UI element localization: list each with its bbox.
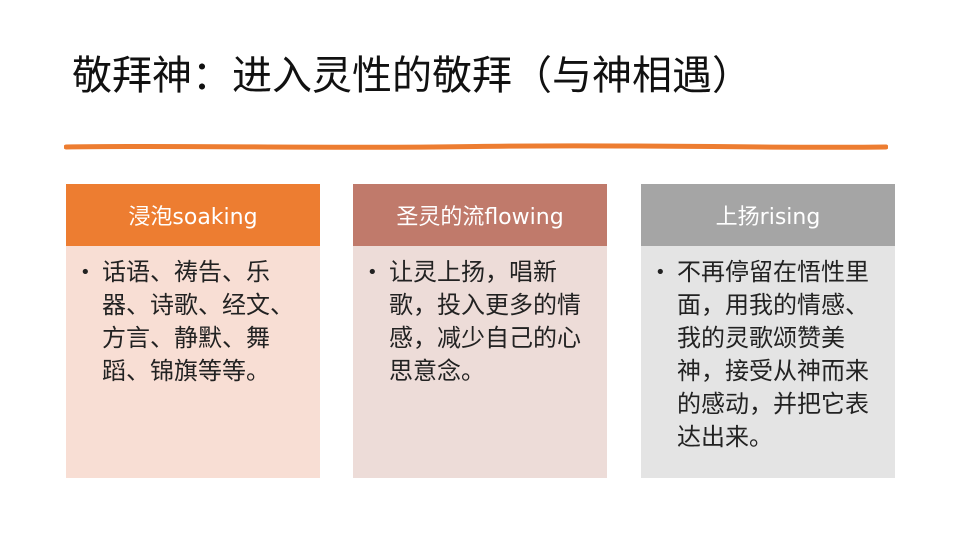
bullet-dot-icon: •	[367, 262, 378, 283]
card-flowing: 圣灵的流flowing • 让灵上扬，唱新歌，投入更多的情感，减少自己的心思意念…	[353, 184, 607, 478]
card-header: 圣灵的流flowing	[353, 184, 607, 246]
title-underline	[64, 143, 888, 150]
bullet-dot-icon: •	[655, 262, 666, 283]
card-body: • 话语、祷告、乐器、诗歌、经文、方言、静默、舞蹈、锦旗等等。	[66, 246, 320, 478]
card-header: 浸泡soaking	[66, 184, 320, 246]
bullet-list: • 让灵上扬，唱新歌，投入更多的情感，减少自己的心思意念。	[365, 256, 593, 388]
bullet-item: • 不再停留在悟性里面，用我的情感、我的灵歌颂赞美神，接受从神而来的感动，并把它…	[653, 256, 881, 454]
slide-title: 敬拜神：进入灵性的敬拜（与神相遇）	[72, 53, 752, 99]
bullet-list: • 话语、祷告、乐器、诗歌、经文、方言、静默、舞蹈、锦旗等等。	[78, 256, 306, 388]
bullet-item: • 话语、祷告、乐器、诗歌、经文、方言、静默、舞蹈、锦旗等等。	[78, 256, 306, 388]
bullet-item: • 让灵上扬，唱新歌，投入更多的情感，减少自己的心思意念。	[365, 256, 593, 388]
bullet-text: 不再停留在悟性里面，用我的情感、我的灵歌颂赞美神，接受从神而来的感动，并把它表达…	[677, 258, 869, 451]
bullet-list: • 不再停留在悟性里面，用我的情感、我的灵歌颂赞美神，接受从神而来的感动，并把它…	[653, 256, 881, 454]
card-body: • 让灵上扬，唱新歌，投入更多的情感，减少自己的心思意念。	[353, 246, 607, 478]
card-rising: 上扬rising • 不再停留在悟性里面，用我的情感、我的灵歌颂赞美神，接受从神…	[641, 184, 895, 478]
card-body: • 不再停留在悟性里面，用我的情感、我的灵歌颂赞美神，接受从神而来的感动，并把它…	[641, 246, 895, 478]
bullet-text: 让灵上扬，唱新歌，投入更多的情感，减少自己的心思意念。	[389, 258, 581, 385]
bullet-text: 话语、祷告、乐器、诗歌、经文、方言、静默、舞蹈、锦旗等等。	[102, 258, 294, 385]
card-soaking: 浸泡soaking • 话语、祷告、乐器、诗歌、经文、方言、静默、舞蹈、锦旗等等…	[66, 184, 320, 478]
card-header: 上扬rising	[641, 184, 895, 246]
bullet-dot-icon: •	[80, 262, 91, 283]
